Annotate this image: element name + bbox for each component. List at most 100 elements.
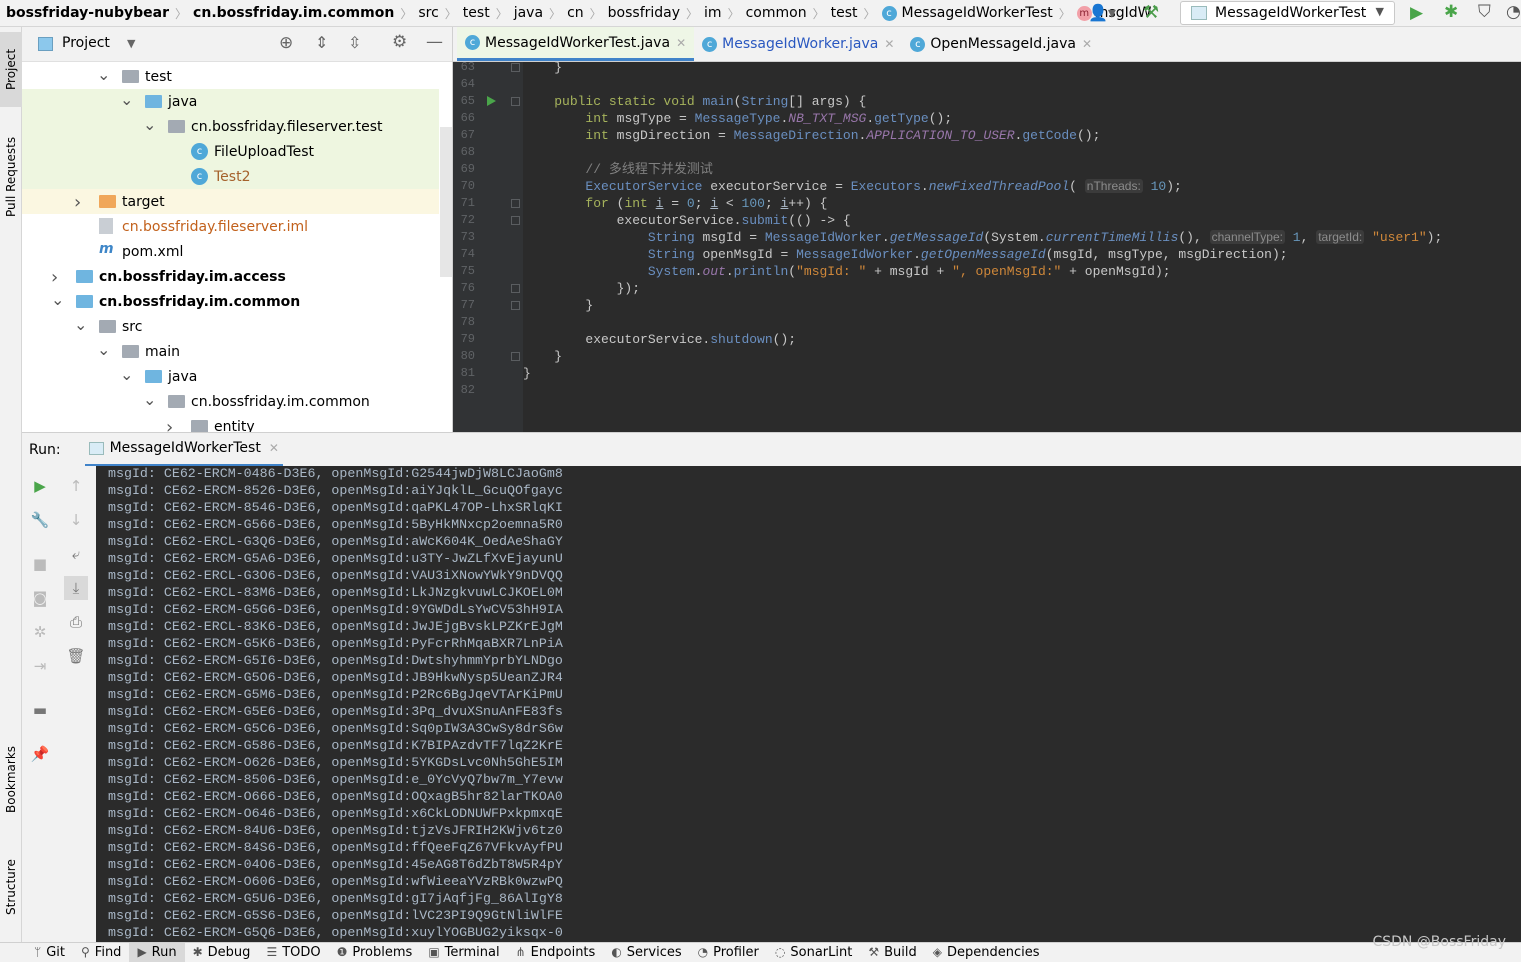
tree-item[interactable]: ⌄ src — [22, 314, 439, 339]
tree-item[interactable]: ⌄ cn.bossfriday.im.common — [22, 289, 439, 314]
wrench-icon[interactable]: 🔧 — [30, 510, 50, 530]
chevron-down-icon[interactable]: ▼ — [127, 37, 135, 50]
tool-window-services[interactable]: ◐ Services — [603, 943, 689, 962]
camera-icon[interactable]: ◙ — [30, 588, 50, 608]
chevron-down-icon[interactable]: ⌄ — [143, 115, 156, 134]
debug-button[interactable]: ✱ — [1444, 2, 1458, 22]
coverage-button[interactable]: ⛉ — [1478, 2, 1491, 22]
breadcrumb-item[interactable]: test — [825, 5, 864, 21]
tool-window-sonarlint[interactable]: ◌ SonarLint — [767, 943, 860, 962]
close-icon[interactable]: ✕ — [676, 36, 686, 50]
tool-window-run[interactable]: ▶ Run — [129, 942, 185, 962]
pin-icon[interactable]: 📌 — [30, 744, 50, 764]
fold-icon[interactable] — [511, 216, 520, 225]
breadcrumb-item[interactable]: src — [412, 5, 444, 21]
chevron-down-icon[interactable]: ⌄ — [97, 340, 110, 359]
tree-item[interactable]: › cn.bossfriday.im.access — [22, 264, 439, 289]
chevron-right-icon[interactable]: › — [74, 192, 81, 213]
tool-tab-structure[interactable]: Structure — [0, 842, 22, 932]
breadcrumb-item[interactable]: cn — [561, 5, 590, 21]
stop-icon[interactable]: ■ — [30, 554, 50, 574]
tree-item[interactable]: ⌄ main — [22, 339, 439, 364]
close-icon[interactable]: ✕ — [1082, 37, 1092, 51]
chevron-down-icon[interactable]: ⌄ — [120, 90, 133, 109]
expand-all-icon[interactable]: ⇕ — [315, 33, 328, 52]
tree-item[interactable]: m pom.xml — [22, 239, 439, 264]
login-icon[interactable]: ⇥ — [30, 656, 50, 676]
tree-item[interactable]: c FileUploadTest — [22, 139, 439, 164]
project-view-select[interactable]: Project — [62, 35, 110, 51]
chevron-down-icon[interactable]: ⌄ — [120, 365, 133, 384]
editor-tab[interactable]: c MessageIdWorkerTest.java ✕ — [457, 27, 695, 61]
tool-window-terminal[interactable]: ▣ Terminal — [420, 943, 507, 962]
tree-item[interactable]: › target — [22, 189, 439, 214]
chevron-right-icon[interactable]: › — [166, 417, 173, 432]
tool-tab-pull-requests[interactable]: Pull Requests — [0, 122, 22, 232]
tree-item[interactable]: ⌄ java — [22, 364, 439, 389]
breadcrumb-item[interactable]: java — [508, 5, 549, 21]
chevron-down-icon[interactable]: ⌄ — [97, 65, 110, 84]
tool-window-git[interactable]: ᛘ Git — [26, 943, 73, 962]
breadcrumb-item[interactable]: bossfriday-nubybear — [0, 5, 175, 21]
tool-window-endpoints[interactable]: ⋔ Endpoints — [508, 943, 604, 962]
tool-window-dependencies[interactable]: ◈ Dependencies — [925, 943, 1048, 962]
tree-item[interactable]: c Test2 — [22, 164, 439, 189]
build-hammer-icon[interactable]: ⚒ — [1143, 2, 1159, 23]
breadcrumb-item[interactable]: test — [457, 5, 496, 21]
breadcrumb-item[interactable]: common — [740, 5, 813, 21]
exclude-icon[interactable]: ✲ — [30, 622, 50, 642]
breadcrumb-item[interactable]: bossfriday — [602, 5, 686, 21]
editor-tab[interactable]: c MessageIdWorker.java ✕ — [694, 27, 902, 61]
chevron-right-icon[interactable]: › — [51, 267, 58, 288]
fold-icon[interactable] — [511, 97, 520, 106]
tool-window-todo[interactable]: ☰ TODO — [258, 943, 328, 962]
profiler-button[interactable]: ◔ — [1506, 2, 1521, 22]
tool-tab-bookmarks[interactable]: Bookmarks — [0, 732, 22, 827]
run-gutter-icon[interactable] — [487, 96, 496, 106]
up-arrow-icon[interactable]: ↑ — [66, 476, 86, 496]
print-icon[interactable]: ⎙ — [66, 612, 86, 632]
fold-icon[interactable] — [511, 199, 520, 208]
minimize-icon[interactable]: — — [426, 32, 443, 52]
gear-icon[interactable]: ⚙ — [392, 32, 407, 52]
close-icon[interactable]: ✕ — [269, 441, 279, 455]
fold-icon[interactable] — [511, 352, 520, 361]
run-tab[interactable]: MessageIdWorkerTest ✕ — [84, 433, 283, 467]
layout-icon[interactable]: ▬ — [30, 700, 50, 720]
breadcrumb-item[interactable]: cn.bossfriday.im.common — [187, 5, 400, 21]
chevron-down-icon[interactable]: ⌄ — [51, 290, 64, 309]
fold-icon[interactable] — [511, 63, 520, 72]
soft-wrap-icon[interactable]: ⤶ — [66, 544, 86, 564]
scroll-to-end-icon[interactable]: ⤓ — [64, 576, 88, 600]
chevron-down-icon[interactable]: ⌄ — [143, 390, 156, 409]
console-output[interactable]: msgId: CE62-ERCM-0486-D3E6, openMsgId:G2… — [96, 466, 1521, 942]
run-configuration-select[interactable]: MessageIdWorkerTest ▼ — [1180, 1, 1395, 25]
tool-window-build[interactable]: ⚒ Build — [860, 943, 924, 962]
tool-window-problems[interactable]: ❶ Problems — [329, 943, 421, 962]
code-editor[interactable]: c MessageIdWorkerTest.java ✕ c MessageIdWork… — [453, 27, 1521, 432]
fold-icon[interactable] — [511, 284, 520, 293]
tool-tab-project[interactable]: Project — [0, 32, 22, 107]
tree-item[interactable]: ⌄ cn.bossfriday.im.common — [22, 389, 439, 414]
close-icon[interactable]: ✕ — [884, 37, 894, 51]
tree-item[interactable]: › entity — [22, 414, 439, 432]
user-icon[interactable]: 👤▾ — [1088, 3, 1116, 22]
breadcrumb-item[interactable]: c MessageIdWorkerTest — [876, 5, 1059, 21]
run-button[interactable]: ▶ — [1410, 3, 1423, 23]
down-arrow-icon[interactable]: ↓ — [66, 510, 86, 530]
editor-tab[interactable]: c OpenMessageId.java ✕ — [902, 27, 1100, 61]
locate-icon[interactable]: ⊕ — [279, 33, 293, 53]
fold-icon[interactable] — [511, 301, 520, 310]
trash-icon[interactable]: 🗑 — [66, 646, 86, 666]
collapse-all-icon[interactable]: ⇳ — [348, 33, 361, 52]
rerun-icon[interactable]: ▶ — [30, 476, 50, 496]
chevron-down-icon[interactable]: ⌄ — [74, 315, 87, 334]
tree-item[interactable]: ⌄ cn.bossfriday.fileserver.test — [22, 114, 439, 139]
tool-window-profiler[interactable]: ◔ Profiler — [690, 943, 767, 962]
tree-item[interactable]: ⌄ java — [22, 89, 439, 114]
breadcrumb-item[interactable]: im — [698, 5, 728, 21]
tree-item[interactable]: cn.bossfriday.fileserver.iml — [22, 214, 439, 239]
tree-item[interactable]: ⌄ test — [22, 64, 439, 89]
tool-window-find[interactable]: ⚲ Find — [73, 943, 129, 962]
tool-window-debug[interactable]: ✱ Debug — [185, 943, 259, 962]
